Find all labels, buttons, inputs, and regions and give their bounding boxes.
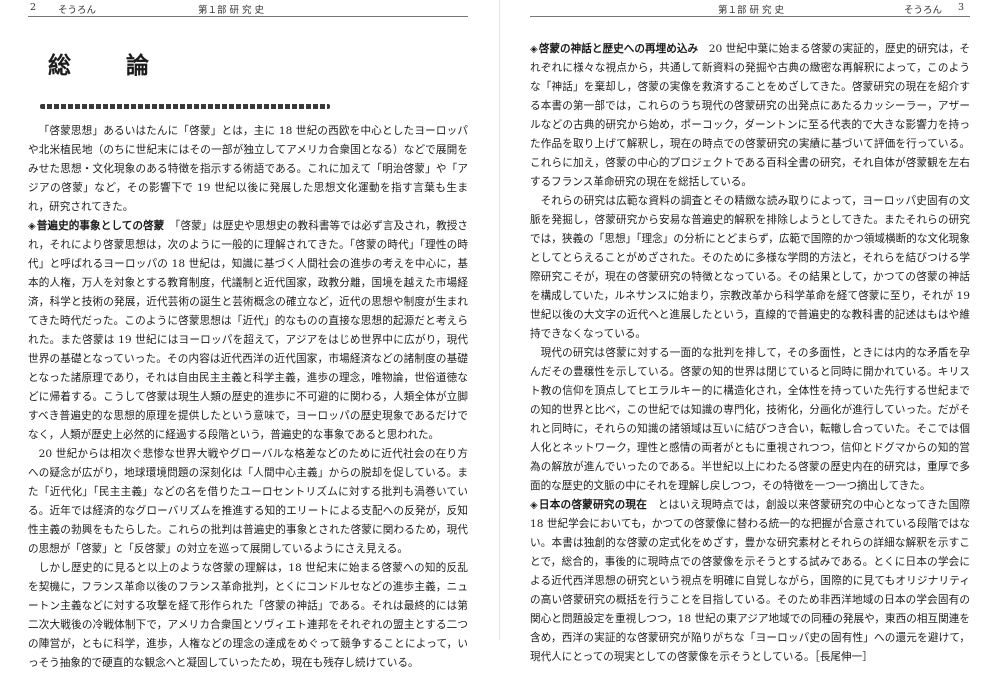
left-page: 2 そうろん 第１部 研 究 史 総 論 「啓蒙思想」あるいはたんに「啓蒙」とは… (28, 0, 468, 669)
chapter-title-block: 総 論 (28, 46, 468, 112)
book-spread: 2 そうろん 第１部 研 究 史 総 論 「啓蒙思想」あるいはたんに「啓蒙」とは… (0, 0, 1000, 669)
decorative-rule (40, 104, 330, 109)
running-header-left: 2 そうろん 第１部 研 究 史 (28, 0, 468, 17)
section-heading: 日本の啓蒙研究の現在 (538, 499, 648, 511)
right-page: 第１部 研 究 史 そうろん 3 ◈啓蒙の神話と歴史への再埋め込み 20 世紀中… (530, 0, 970, 663)
diamond-bullet-icon: ◈ (28, 221, 36, 232)
paragraph: 「啓蒙思想」あるいはたんに「啓蒙」とは，主に 18 世紀の西欧を中心としたヨーロ… (28, 122, 468, 217)
paragraph: ◈啓蒙の神話と歴史への再埋め込み 20 世紀中葉に始まる啓蒙の実証的，歴史的研究… (530, 40, 970, 192)
section-heading: 啓蒙の神話と歴史への再埋め込み (538, 43, 699, 55)
paragraph: 20 世紀からは相次ぐ悲惨な世界大戦やグローバルな格差などのために近代社会の在り… (28, 445, 468, 559)
page-gutter (499, 0, 500, 640)
chapter-title: 総 論 (48, 52, 165, 79)
paragraph-text: それらの研究は広範な資料の調査とその精緻な読み取りによって，ヨーロッパ史固有の文… (530, 195, 970, 340)
paragraph: ◈日本の啓蒙研究の現在 とはいえ現時点では，創設以来啓蒙研究の中心となってきた国… (530, 496, 970, 667)
running-title: そうろん (904, 5, 943, 16)
part-title: 第１部 研 究 史 (198, 5, 265, 16)
paragraph: しかし歴史的に見ると以上のような啓蒙の理解は，18 世紀末に始まる啓蒙への知的反… (28, 559, 468, 673)
paragraph-text: 「啓蒙思想」あるいはたんに「啓蒙」とは，主に 18 世紀の西欧を中心としたヨーロ… (28, 125, 468, 213)
page-number: 3 (958, 2, 965, 13)
part-title: 第１部 研 究 史 (718, 5, 785, 16)
paragraph-text: 20 世紀からは相次ぐ悲惨な世界大戦やグローバルな格差などのために近代社会の在り… (28, 448, 468, 555)
page-number: 2 (30, 2, 37, 13)
section-heading: 普遍史的事象としての啓蒙 (36, 220, 165, 232)
running-header-right: 第１部 研 究 史 そうろん 3 (530, 0, 970, 17)
running-title: そうろん (58, 5, 97, 16)
paragraph-text: とはいえ現時点では，創設以来啓蒙研究の中心となってきた国際 18 世紀学会におい… (530, 499, 971, 663)
paragraph-text: 「啓蒙」は歴史や思想史の教科書等では必ず言及され，教授され，それにより啓蒙思想は… (28, 220, 468, 441)
diamond-bullet-icon: ◈ (530, 44, 538, 55)
left-body-text: 「啓蒙思想」あるいはたんに「啓蒙」とは，主に 18 世紀の西欧を中心としたヨーロ… (28, 122, 468, 673)
diamond-bullet-icon: ◈ (530, 500, 538, 511)
paragraph-text: 20 世紀中葉に始まる啓蒙の実証的，歴史的研究は，それぞれに様々な視点から，共通… (530, 43, 971, 188)
paragraph-text: しかし歴史的に見ると以上のような啓蒙の理解は，18 世紀末に始まる啓蒙への知的反… (28, 562, 468, 669)
paragraph: それらの研究は広範な資料の調査とその精緻な読み取りによって，ヨーロッパ史固有の文… (530, 192, 970, 344)
paragraph-text: 現代の研究は啓蒙に対する一面的な批判を排して，その多面性，ときには内的な矛盾を孕… (530, 347, 970, 492)
paragraph: ◈普遍史的事象としての啓蒙 「啓蒙」は歴史や思想史の教科書等では必ず言及され，教… (28, 217, 468, 445)
paragraph: 現代の研究は啓蒙に対する一面的な批判を排して，その多面性，ときには内的な矛盾を孕… (530, 344, 970, 496)
right-body-text: ◈啓蒙の神話と歴史への再埋め込み 20 世紀中葉に始まる啓蒙の実証的，歴史的研究… (530, 40, 970, 667)
